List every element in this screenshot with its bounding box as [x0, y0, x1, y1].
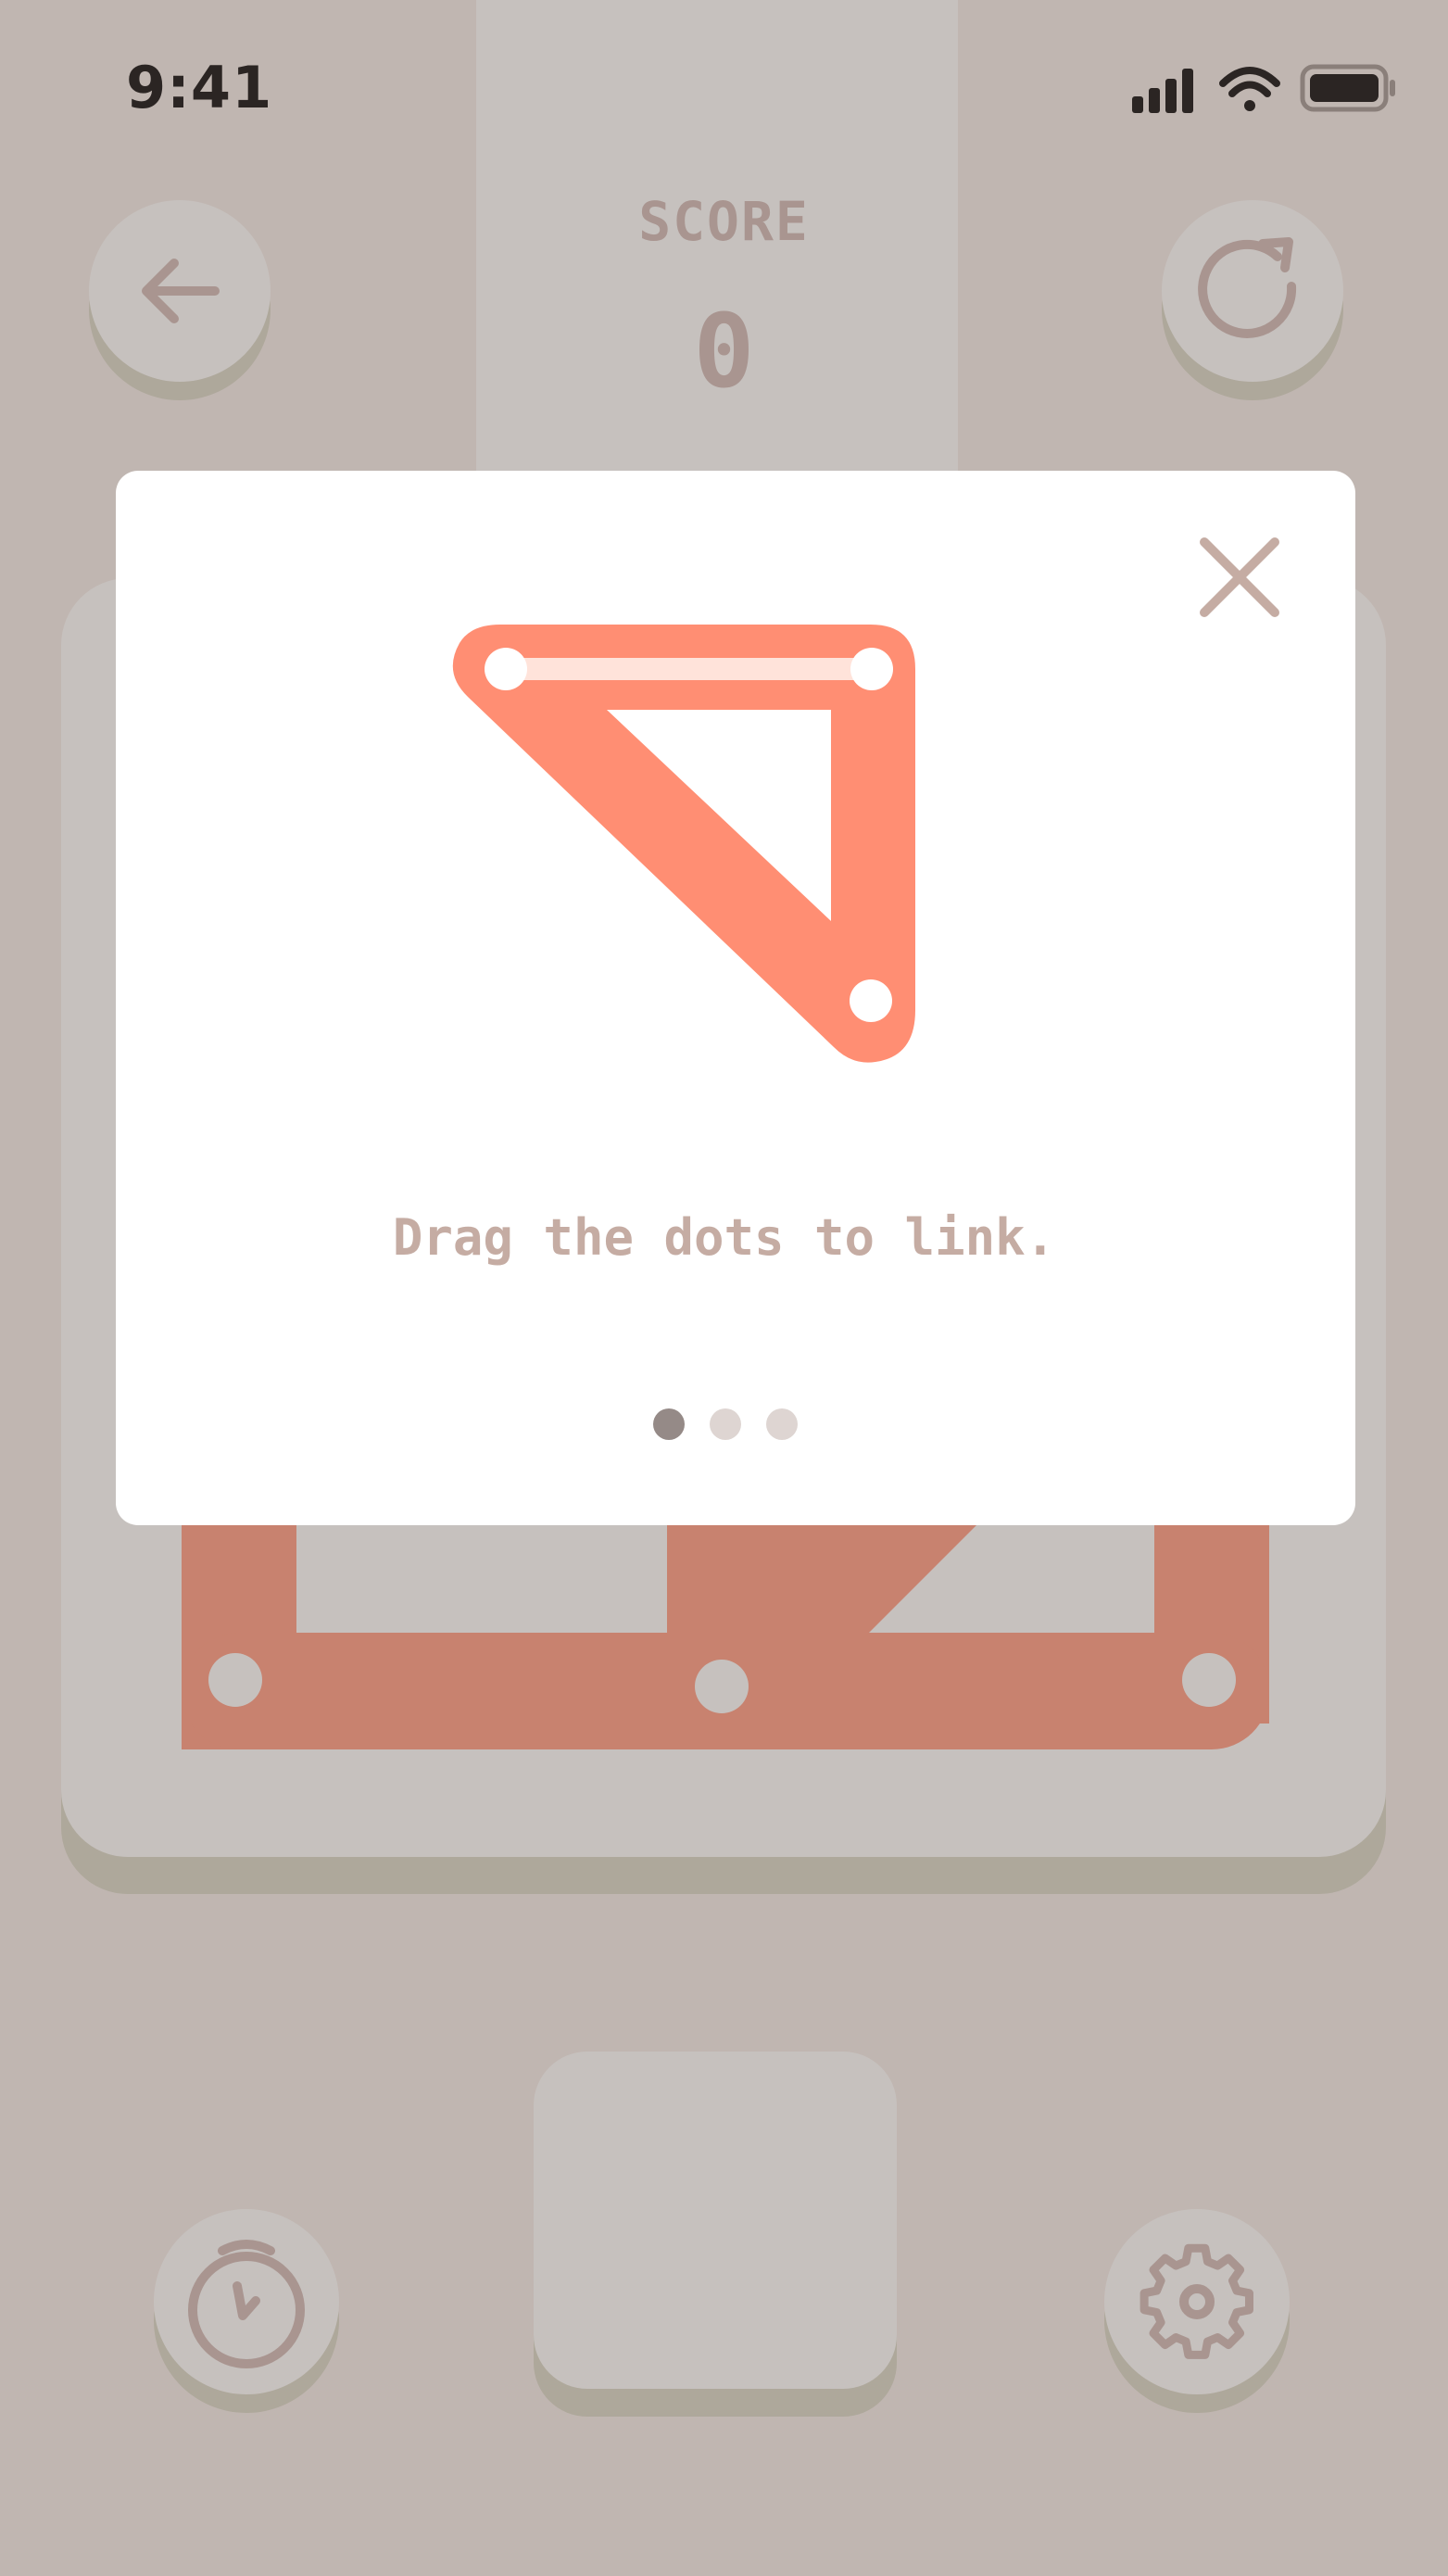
drag-line: [508, 658, 871, 680]
triangle-link: [452, 625, 915, 1063]
stopwatch-icon: [188, 2240, 305, 2368]
tutorial-dot: [850, 648, 893, 690]
center-button[interactable]: [534, 2052, 897, 2389]
tutorial-dot: [485, 648, 527, 690]
page-indicator-dot[interactable]: [766, 1408, 798, 1440]
tutorial-message: Drag the dots to link.: [392, 1208, 1056, 1267]
timer-button[interactable]: [154, 2209, 339, 2394]
page-indicator-dot[interactable]: [710, 1408, 741, 1440]
gear-icon: [1140, 2243, 1254, 2359]
tutorial-dot: [850, 979, 892, 1022]
page-indicator-dot-active[interactable]: [653, 1408, 685, 1440]
settings-button[interactable]: [1104, 2209, 1290, 2394]
